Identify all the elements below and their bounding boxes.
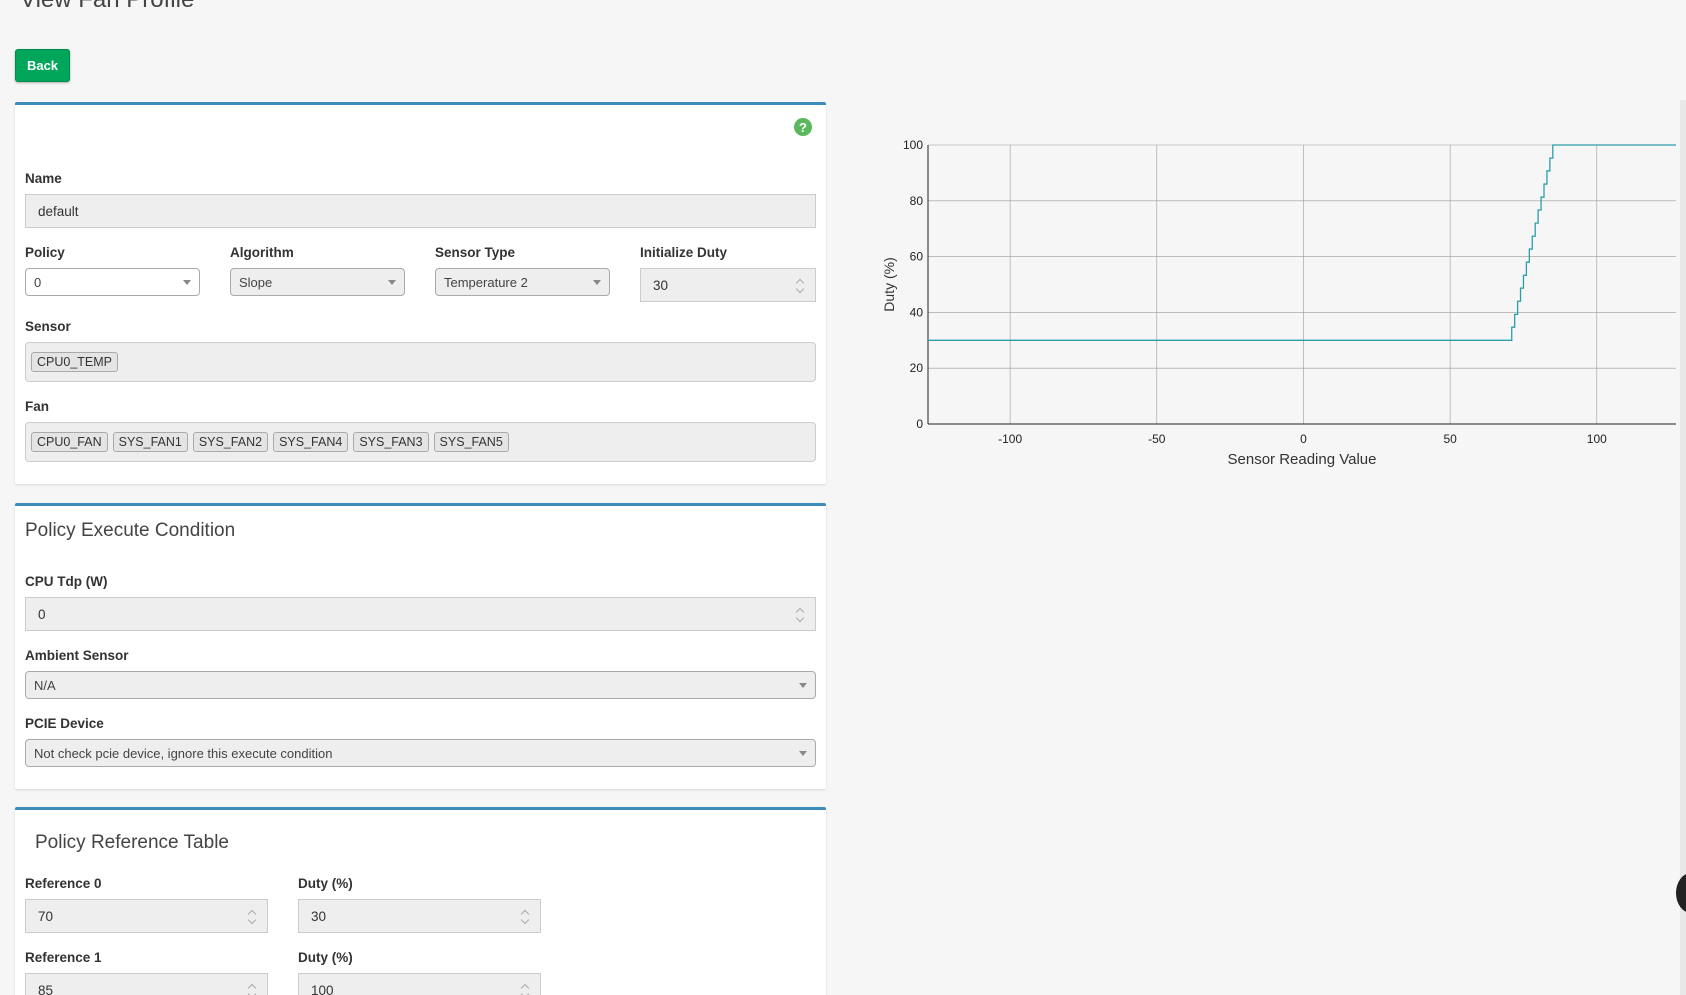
duty-stepper[interactable]: 100: [298, 973, 541, 995]
reference-label: Reference 1: [25, 950, 102, 965]
duty-label: Duty (%): [298, 876, 353, 891]
x-axis-label: Sensor Reading Value: [1228, 451, 1377, 468]
x-tick-label: -50: [1148, 432, 1166, 446]
spinner-icon[interactable]: [795, 607, 805, 623]
name-label: Name: [25, 171, 62, 186]
ambient-value: N/A: [34, 677, 56, 693]
y-tick-label: 0: [916, 417, 923, 431]
series-line: [928, 144, 1676, 341]
condition-title: Policy Execute Condition: [25, 520, 236, 541]
duty-stepper[interactable]: 30: [298, 899, 541, 933]
reference-stepper[interactable]: 85: [25, 973, 268, 995]
x-tick-label: -100: [998, 432, 1022, 446]
y-tick-label: 20: [910, 361, 924, 375]
fan-curve-chart: -100 -50 0 50 100 0 20 40 60 80 100 Sensor Reading …: [870, 130, 1686, 480]
page-title: View Fan Profile: [20, 0, 194, 14]
ambient-select[interactable]: N/A: [25, 671, 816, 699]
condition-panel: Policy Execute Condition CPU Tdp (W) 0 A…: [15, 503, 826, 789]
spinner-icon[interactable]: [247, 909, 257, 925]
spinner-icon[interactable]: [520, 909, 530, 925]
fan-tag[interactable]: SYS_FAN3: [353, 432, 429, 452]
init-duty-label: Initialize Duty: [640, 245, 728, 260]
fan-tag[interactable]: SYS_FAN2: [192, 432, 269, 452]
fan-tag[interactable]: CPU0_FAN: [31, 432, 108, 452]
sensor-tag[interactable]: CPU0_TEMP: [31, 352, 119, 372]
y-tick-label: 60: [910, 250, 924, 264]
sensor-type-label: Sensor Type: [435, 245, 516, 260]
policy-label: Policy: [25, 245, 65, 260]
chevron-down-icon: [799, 751, 807, 756]
cpu-tdp-value: 0: [38, 606, 46, 622]
scroll-handle[interactable]: [1676, 873, 1686, 913]
chevron-down-icon: [799, 683, 807, 688]
y-tick-label: 100: [903, 138, 923, 152]
policy-value: 0: [34, 274, 42, 290]
sensor-type-select[interactable]: Temperature 2: [435, 268, 610, 296]
fan-tag[interactable]: SYS_FAN5: [433, 432, 509, 452]
x-tick-label: 50: [1443, 432, 1457, 446]
reference-value: 85: [38, 982, 54, 995]
y-axis-label: Duty (%): [881, 257, 897, 311]
fan-label: Fan: [25, 399, 50, 414]
fan-tag[interactable]: SYS_FAN1: [112, 432, 188, 452]
sensor-label: Sensor: [25, 319, 71, 334]
algorithm-select[interactable]: Slope: [230, 268, 405, 296]
fan-tag[interactable]: SYS_FAN4: [273, 432, 349, 452]
reference-title: Policy Reference Table: [35, 832, 229, 853]
chevron-down-icon: [183, 280, 191, 285]
x-tick-label: 0: [1300, 432, 1307, 446]
y-tick-label: 40: [910, 305, 924, 319]
chart-svg: -100 -50 0 50 100 0 20 40 60 80 100 Sensor Reading …: [881, 138, 1676, 468]
algorithm-label: Algorithm: [230, 245, 294, 260]
spinner-icon[interactable]: [795, 278, 805, 294]
cpu-tdp-stepper[interactable]: 0: [25, 597, 816, 631]
ambient-label: Ambient Sensor: [25, 648, 129, 663]
profile-panel: ? Name default Policy 0 Algorithm Slope …: [15, 102, 826, 484]
x-tick-label: 100: [1587, 432, 1607, 446]
pcie-select[interactable]: Not check pcie device, ignore this execu…: [25, 739, 816, 767]
cpu-tdp-label: CPU Tdp (W): [25, 574, 108, 589]
duty-value: 30: [311, 908, 327, 924]
algorithm-value: Slope: [239, 274, 273, 290]
name-field[interactable]: default: [25, 194, 816, 228]
back-button[interactable]: Back: [15, 49, 70, 82]
spinner-icon[interactable]: [520, 983, 530, 995]
policy-select[interactable]: 0: [25, 268, 200, 296]
help-icon[interactable]: ?: [794, 118, 812, 136]
reference-label: Reference 0: [25, 876, 102, 891]
sensor-type-value: Temperature 2: [444, 274, 528, 290]
chevron-down-icon: [388, 280, 396, 285]
reference-stepper[interactable]: 70: [25, 899, 268, 933]
reference-panel: Policy Reference Table Reference 0 70 Du…: [15, 807, 826, 995]
init-duty-stepper[interactable]: 30: [640, 268, 816, 302]
fan-multiselect[interactable]: CPU0_FAN SYS_FAN1 SYS_FAN2 SYS_FAN4 SYS_…: [25, 422, 816, 462]
init-duty-value: 30: [653, 277, 669, 293]
pcie-value: Not check pcie device, ignore this execu…: [34, 745, 333, 761]
reference-value: 70: [38, 908, 54, 924]
sensor-multiselect[interactable]: CPU0_TEMP: [25, 342, 816, 382]
duty-value: 100: [311, 982, 334, 995]
spinner-icon[interactable]: [247, 983, 257, 995]
y-tick-label: 80: [910, 194, 924, 208]
chevron-down-icon: [593, 280, 601, 285]
pcie-label: PCIE Device: [25, 716, 104, 731]
duty-label: Duty (%): [298, 950, 353, 965]
